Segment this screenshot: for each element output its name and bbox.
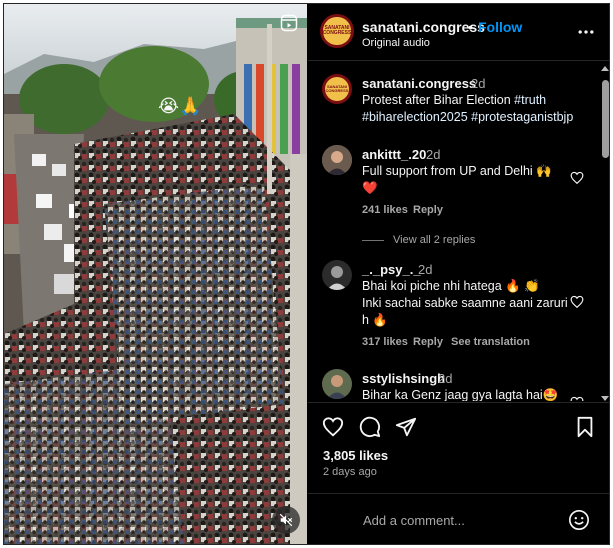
crowd-video-frame bbox=[4, 4, 307, 544]
comments-list[interactable]: SANATANI CONGRESS sanatani.congress 2d P… bbox=[308, 61, 609, 401]
comment-avatar-photo bbox=[322, 145, 352, 175]
comment-avatar[interactable] bbox=[322, 369, 352, 399]
see-translation-button[interactable]: See translation bbox=[451, 336, 530, 348]
avatar-logo: SANATANI CONGRESS bbox=[322, 17, 352, 45]
scroll-up-arrow[interactable] bbox=[601, 66, 609, 71]
post-date: 2 days ago bbox=[323, 466, 377, 478]
caption-time: 2d bbox=[471, 76, 486, 91]
comment-username[interactable]: _._psy_._ bbox=[362, 262, 421, 277]
comment-avatar-photo bbox=[322, 260, 352, 290]
comment-avatar[interactable] bbox=[322, 145, 352, 175]
caption-avatar-logo: SANATANI CONGRESS bbox=[325, 77, 349, 101]
separator-dot: • bbox=[468, 19, 473, 35]
heart-icon[interactable] bbox=[570, 396, 584, 401]
comment-text: Full support from UP and Delhi 🙌 bbox=[362, 164, 552, 178]
hashtag-link[interactable]: #biharelection2025 bbox=[362, 110, 468, 124]
post-username[interactable]: sanatani.congress bbox=[362, 19, 485, 35]
comment-text-line2: ❤️ bbox=[362, 181, 378, 195]
scroll-down-arrow[interactable] bbox=[601, 396, 609, 401]
comment-text: Bhai koi piche nhi hatega 🔥 👏 bbox=[362, 279, 540, 293]
comment-avatar-photo bbox=[322, 369, 352, 399]
comment-time: 2d bbox=[438, 371, 453, 386]
caption-username[interactable]: sanatani.congress bbox=[362, 76, 476, 91]
add-comment-input[interactable]: Add a comment... bbox=[363, 513, 465, 528]
hashtag-link[interactable]: #protestaganistbjp bbox=[471, 110, 573, 124]
view-replies-button[interactable]: View all 2 replies bbox=[393, 234, 475, 246]
comment-time: 2d bbox=[418, 262, 433, 277]
audio-link[interactable]: Original audio bbox=[362, 37, 430, 49]
comment-username[interactable]: sstylishsingh bbox=[362, 371, 445, 386]
comment-time: 2d bbox=[426, 147, 441, 162]
caption-text: Protest after Bihar Election #truth #bih… bbox=[362, 92, 587, 126]
comment-username[interactable]: ankittt_.20 bbox=[362, 147, 426, 162]
scroll-thumb[interactable] bbox=[602, 80, 609, 158]
comment-text: Bihar ka Genz jaag gya lagta hai🤩 bbox=[362, 388, 559, 401]
comment-likes[interactable]: 241 likes bbox=[362, 204, 408, 216]
comment-avatar[interactable] bbox=[322, 260, 352, 290]
share-icon[interactable] bbox=[395, 416, 417, 438]
heart-icon[interactable] bbox=[570, 171, 584, 185]
heart-icon[interactable] bbox=[570, 295, 584, 309]
smile-icon[interactable] bbox=[568, 509, 590, 531]
post-actions-footer: 3,805 likes 2 days ago Add a comment... bbox=[308, 402, 609, 544]
avatar-text-bottom: CONGRESS bbox=[322, 30, 352, 36]
comment-text-line3: h 🔥 bbox=[362, 313, 388, 327]
caption-avatar-text-bottom: CONGRESS bbox=[325, 88, 349, 93]
comments-scrollbar[interactable] bbox=[600, 66, 609, 406]
comment-icon[interactable] bbox=[359, 416, 381, 438]
add-comment-bar: Add a comment... bbox=[308, 493, 609, 544]
more-icon[interactable] bbox=[576, 22, 596, 42]
hashtag-link[interactable]: #truth bbox=[514, 93, 546, 107]
reply-button[interactable]: Reply bbox=[413, 204, 443, 216]
post-header: SANATANI CONGRESS sanatani.congress • Fo… bbox=[308, 4, 609, 61]
mute-button[interactable] bbox=[272, 506, 300, 534]
follow-button[interactable]: Follow bbox=[478, 19, 522, 35]
save-icon[interactable] bbox=[574, 416, 596, 438]
avatar[interactable]: SANATANI CONGRESS bbox=[320, 14, 354, 48]
caption-avatar[interactable]: SANATANI CONGRESS bbox=[322, 74, 352, 104]
likes-count[interactable]: 3,805 likes bbox=[323, 448, 388, 463]
video-player[interactable]: 😭🙏 bbox=[4, 4, 307, 544]
divider-line bbox=[362, 240, 384, 241]
reply-button[interactable]: Reply bbox=[413, 336, 443, 348]
reel-icon bbox=[280, 14, 298, 32]
caption-body: Protest after Bihar Election bbox=[362, 93, 511, 107]
post-modal: 😭🙏 SANATANI CONGRESS sanatani.congress •… bbox=[3, 3, 610, 545]
comment-text-line2: Inki sachai sabke saamne aani zaruri bbox=[362, 296, 568, 310]
post-side-panel: SANATANI CONGRESS sanatani.congress • Fo… bbox=[308, 4, 609, 544]
heart-icon[interactable] bbox=[322, 416, 344, 438]
comment-likes[interactable]: 317 likes bbox=[362, 336, 408, 348]
mute-icon bbox=[279, 513, 293, 527]
video-caption-emoji: 😭🙏 bbox=[158, 96, 202, 117]
